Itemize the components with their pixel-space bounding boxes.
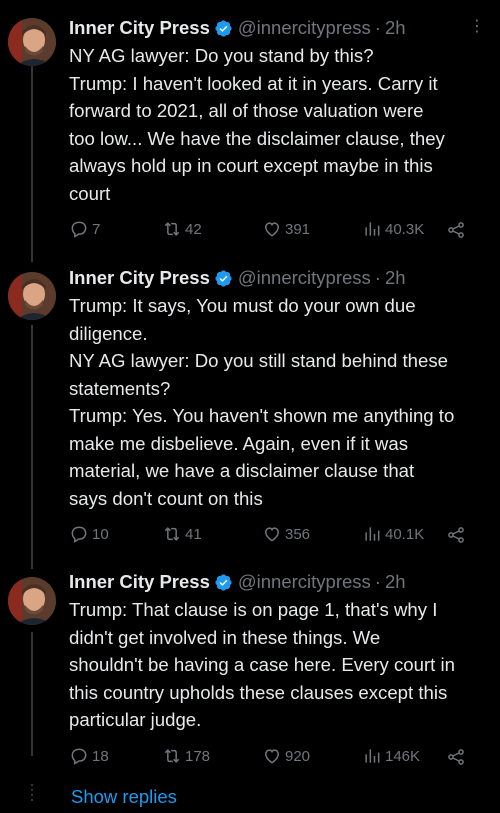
repost-count: 41 <box>185 525 202 543</box>
share-icon[interactable] <box>446 747 466 767</box>
repost-button[interactable]: 42 <box>162 219 202 239</box>
like-button[interactable]: 356 <box>262 524 310 544</box>
verified-badge-icon <box>215 573 232 591</box>
tweet-text-line: material, we have a disclaimer clause th… <box>69 460 415 481</box>
tweet-actions: 7 42 391 40.3K <box>69 219 488 243</box>
repost-icon <box>164 527 180 541</box>
like-icon <box>264 222 280 237</box>
views-count: 40.3K <box>385 220 425 238</box>
repost-button[interactable]: 41 <box>162 524 202 544</box>
tweet-text-line: NY AG lawyer: Do you still stand behind … <box>69 350 448 371</box>
reply-button[interactable]: 10 <box>69 524 109 544</box>
reply-button[interactable]: 7 <box>69 219 100 239</box>
views-button[interactable]: 40.1K <box>362 524 424 544</box>
share-icon[interactable] <box>446 525 466 545</box>
like-button[interactable]: 920 <box>262 746 310 766</box>
like-icon <box>264 749 280 764</box>
author-handle[interactable]: @innercitypress <box>238 571 371 593</box>
tweet-text-line: diligence. <box>69 322 148 344</box>
tweet-text-line: always hold up in court except maybe in … <box>69 155 433 176</box>
share-icon[interactable] <box>446 220 466 240</box>
timestamp[interactable]: 2h <box>385 267 406 289</box>
views-icon <box>365 222 380 236</box>
like-count: 356 <box>285 525 311 543</box>
author-name[interactable]: Inner City Press <box>69 17 210 39</box>
tweet-actions: 18 178 920 146K <box>69 746 488 770</box>
tweet-text-line: this country upholds these clauses excep… <box>69 681 448 703</box>
tweet-text: Trump: It says, You must do your own due… <box>69 292 488 512</box>
tweet-text: NY AG lawyer: Do you stand by this? Trum… <box>69 42 488 207</box>
author-name[interactable]: Inner City Press <box>69 571 210 593</box>
tweet-text-line: NY AG lawyer: Do you stand by this? <box>69 45 374 66</box>
repost-button[interactable]: 178 <box>162 746 210 766</box>
tweet-text-line: Trump: It says, You must do your own due <box>69 295 416 316</box>
repost-count: 42 <box>185 220 202 238</box>
tweet-header: Inner City Press @innercitypress · 2h <box>69 570 488 594</box>
views-count: 40.1K <box>385 525 425 543</box>
show-replies-link[interactable]: Show replies <box>71 786 177 808</box>
like-count: 920 <box>285 747 311 765</box>
reply-icon <box>71 748 87 765</box>
avatar-image <box>8 18 56 66</box>
tweet-text-line: make me disbelieve. Again, even if it wa… <box>69 432 408 454</box>
tweet-text: Trump: That clause is on page 1, that's … <box>69 596 488 734</box>
tweet-text-line: didn't get involved in these things. We <box>69 626 381 648</box>
reply-count: 18 <box>92 747 109 765</box>
views-button[interactable]: 146K <box>362 746 420 766</box>
avatar[interactable] <box>8 18 56 66</box>
author-handle[interactable]: @innercitypress <box>238 267 371 289</box>
reply-icon <box>71 221 87 238</box>
tweet-text-line: forward to 2021, all of those valuation … <box>69 100 424 121</box>
tweet[interactable]: Inner City Press @innercitypress · 2h ⋮ … <box>0 0 500 262</box>
like-count: 391 <box>285 220 311 238</box>
repost-icon <box>164 749 180 763</box>
avatar[interactable] <box>8 272 56 320</box>
separator-dot: · <box>374 17 381 38</box>
like-button[interactable]: 391 <box>262 219 310 239</box>
tweet-text-line: says don't count on this <box>69 487 263 509</box>
tweet-text-line: particular judge. <box>69 709 202 730</box>
tweet[interactable]: Inner City Press @innercitypress · 2h Tr… <box>0 262 500 569</box>
avatar-image <box>8 272 56 320</box>
tweet-text-line: shouldn't be having a case here. Every c… <box>69 654 455 675</box>
like-icon <box>264 527 280 542</box>
timestamp[interactable]: 2h <box>385 571 406 593</box>
verified-badge-icon <box>215 19 232 37</box>
views-count: 146K <box>385 747 421 765</box>
verified-badge-icon <box>215 269 232 287</box>
views-icon <box>365 527 380 541</box>
author-handle[interactable]: @innercitypress <box>238 17 371 39</box>
separator-dot: · <box>374 267 381 288</box>
reply-count: 10 <box>92 525 109 543</box>
reply-button[interactable]: 18 <box>69 746 109 766</box>
tweet-text-line: Trump: Yes. You haven't shown me anythin… <box>69 405 455 426</box>
more-icon[interactable]: ⋮ <box>469 16 486 36</box>
separator-dot: · <box>374 571 381 592</box>
tweet-text-line: court <box>69 182 111 204</box>
tweet[interactable]: Inner City Press @innercitypress · 2h Tr… <box>0 569 500 769</box>
reply-icon <box>71 526 87 543</box>
repost-count: 178 <box>185 747 211 765</box>
tweet-header: Inner City Press @innercitypress · 2h <box>69 266 488 290</box>
reply-count: 7 <box>92 220 101 238</box>
author-name[interactable]: Inner City Press <box>69 267 210 289</box>
avatar-image <box>8 577 56 625</box>
thread-continuation-dots <box>29 784 35 804</box>
tweet-text-line: Trump: I haven't looked at it in years. … <box>69 72 438 94</box>
tweet-text-line: Trump: That clause is on page 1, that's … <box>69 599 438 620</box>
tweet-text-line: statements? <box>69 377 171 399</box>
timestamp[interactable]: 2h <box>385 17 406 39</box>
avatar[interactable] <box>8 577 56 625</box>
tweet-header: Inner City Press @innercitypress · 2h ⋮ <box>69 16 488 40</box>
views-icon <box>365 749 380 763</box>
repost-icon <box>164 222 180 236</box>
tweet-actions: 10 41 356 40.1K <box>69 524 488 548</box>
tweet-text-line: too low... We have the disclaimer clause… <box>69 127 445 149</box>
views-button[interactable]: 40.3K <box>362 219 424 239</box>
